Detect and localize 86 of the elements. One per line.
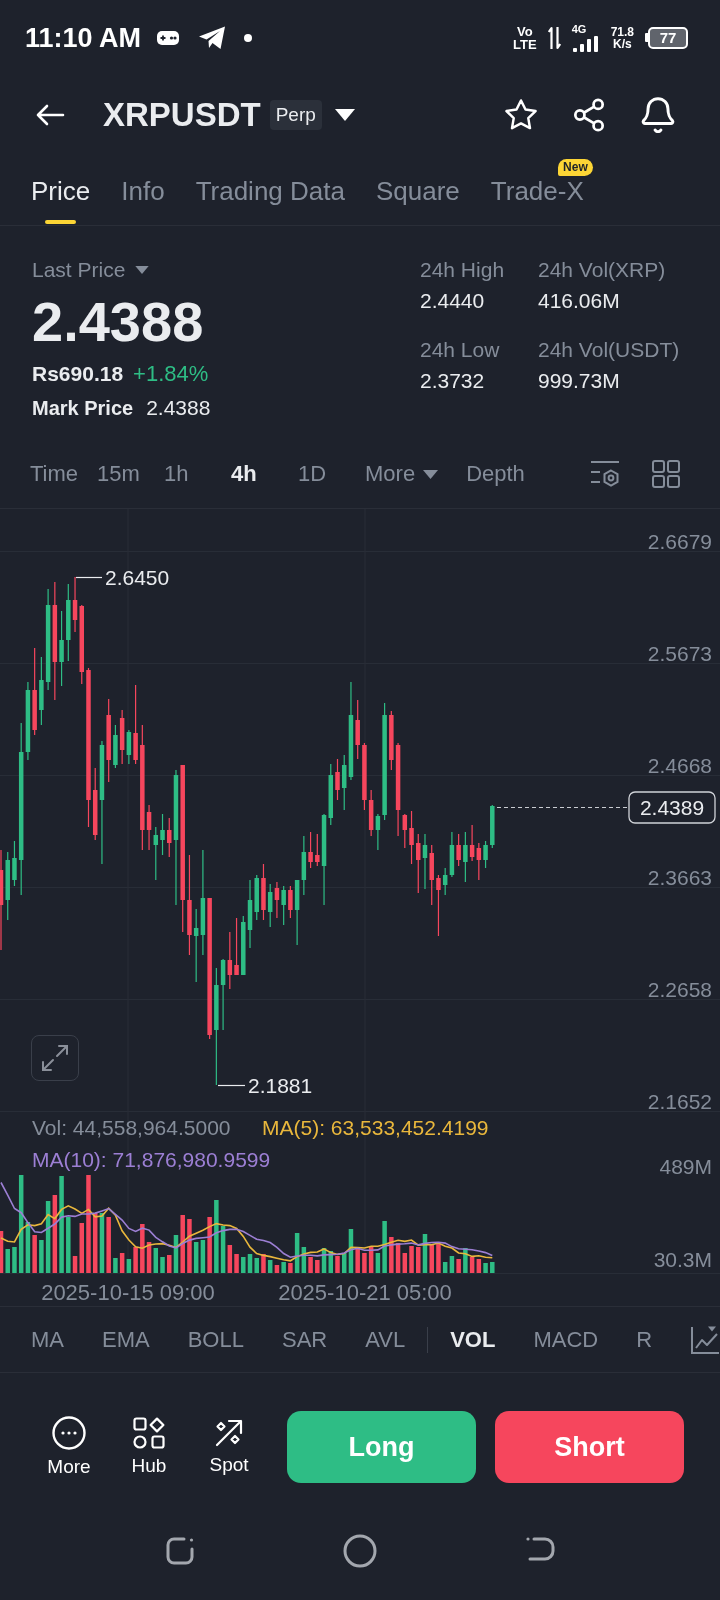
expand-icon <box>41 1044 69 1072</box>
price-axis-label: 2.2658 <box>647 978 712 1001</box>
indicator-tab[interactable]: SAR <box>281 1326 328 1353</box>
tab[interactable]: Info <box>121 176 165 225</box>
interval-tab[interactable]: 15m <box>97 461 164 487</box>
interval-tab[interactable]: Time <box>30 461 97 487</box>
bell-icon[interactable] <box>641 97 675 133</box>
indicator-tab[interactable]: EMA <box>102 1326 150 1353</box>
network-type: 4G <box>571 23 587 35</box>
caret-down-icon <box>423 469 439 479</box>
indicator-tab[interactable]: R <box>636 1326 653 1353</box>
network-speed: 71.8 K/s <box>610 25 634 50</box>
tab[interactable]: Trade-X <box>490 176 584 225</box>
indicator-tab[interactable]: MA <box>31 1326 64 1353</box>
indicator-tab[interactable]: BOLL <box>187 1326 244 1353</box>
interval-tab[interactable]: 1h <box>164 461 231 487</box>
action-button[interactable]: More <box>29 1416 109 1478</box>
high-price-label: 2.6450 <box>105 566 170 589</box>
home-icon[interactable] <box>343 1533 377 1568</box>
caret-down-icon[interactable] <box>334 109 355 121</box>
mark-price-label: Mark Price <box>32 396 134 420</box>
settings-icon[interactable] <box>590 460 620 488</box>
indicator-tab[interactable]: MACD <box>533 1326 599 1353</box>
back-arrow-icon[interactable] <box>35 103 65 127</box>
line-chart-icon[interactable] <box>690 1324 720 1355</box>
expand-button[interactable] <box>31 1035 79 1081</box>
moving-average-reading: MA(10): 71,876,980.9599 <box>32 1148 271 1171</box>
interval-tab[interactable]: 1D <box>298 461 365 487</box>
stat-label: 24h Vol(USDT) <box>538 338 681 362</box>
recent-apps-icon[interactable] <box>165 1535 195 1566</box>
volume-axis-label: 30.3M <box>653 1248 712 1271</box>
diagonal-arrow-icon <box>214 1418 244 1448</box>
share-icon[interactable] <box>572 98 606 132</box>
interval-tab[interactable]: More <box>365 461 467 487</box>
volume-axis-label: 489M <box>659 1155 712 1178</box>
current-price-tag: 2.4389 <box>628 791 716 824</box>
gamepad-icon <box>156 29 181 46</box>
stat-value: 2.3732 <box>420 369 486 393</box>
stat-value: 2.4440 <box>420 289 486 313</box>
price-axis-label: 2.5673 <box>647 642 712 665</box>
leader-line <box>217 1084 246 1087</box>
grid-icon[interactable] <box>652 460 680 488</box>
stat-value: 999.73M <box>538 369 621 393</box>
status-time: 11:10 AM <box>25 21 142 54</box>
stat-label: 24h Low <box>420 338 501 362</box>
new-badge: New <box>558 159 593 176</box>
stat-label: 24h High <box>420 258 506 282</box>
price-change: +1.84% <box>133 362 209 386</box>
fiat-price: Rs690.18 <box>32 362 124 386</box>
tab[interactable]: Trading Data <box>195 176 345 225</box>
indicator-tab[interactable]: VOL <box>450 1326 496 1353</box>
short-button[interactable]: Short <box>495 1411 684 1483</box>
low-price-label: 2.1881 <box>248 1074 313 1097</box>
data-arrows-icon <box>547 25 561 50</box>
last-price: 2.4388 <box>32 292 205 352</box>
more-options-icon <box>52 1416 86 1450</box>
pair-title: XRPUSDT <box>103 96 261 134</box>
contract-badge: Perp <box>269 100 322 130</box>
action-button[interactable]: Hub <box>109 1417 189 1477</box>
volte-indicator: Vo LTE <box>513 24 537 51</box>
leader-line <box>75 576 103 579</box>
tab[interactable]: Square <box>375 176 460 225</box>
moving-average-reading: MA(5): 63,533,452.4199 <box>262 1116 489 1139</box>
dot-icon <box>244 33 253 42</box>
interval-tab[interactable]: Depth <box>466 461 534 487</box>
price-label: Last Price <box>32 258 126 282</box>
indicator-tab[interactable]: AVL <box>365 1326 406 1353</box>
stat-value: 416.06M <box>538 289 621 313</box>
tab[interactable]: Price <box>31 176 91 225</box>
mark-price: 2.4388 <box>146 396 211 420</box>
signal-icon <box>571 35 600 52</box>
price-axis-label: 2.4668 <box>647 754 712 777</box>
volume-reading: Vol: 44,558,964.5000 <box>32 1116 231 1139</box>
interval-tab[interactable]: 4h <box>231 461 298 487</box>
shapes-icon <box>133 1417 165 1449</box>
price-axis-label: 2.1652 <box>647 1090 712 1113</box>
price-axis-label: 2.3663 <box>647 866 712 889</box>
price-axis-label: 2.6679 <box>647 530 712 553</box>
action-button[interactable]: Spot <box>189 1418 269 1476</box>
star-icon[interactable] <box>505 99 537 131</box>
battery-indicator: 77 <box>645 26 688 49</box>
time-axis-label: 2025-10-21 05:00 <box>278 1280 452 1305</box>
paper-plane-icon <box>198 25 227 50</box>
stat-label: 24h Vol(XRP) <box>538 258 667 282</box>
long-button[interactable]: Long <box>287 1411 476 1483</box>
time-axis-label: 2025-10-15 09:00 <box>41 1280 215 1305</box>
